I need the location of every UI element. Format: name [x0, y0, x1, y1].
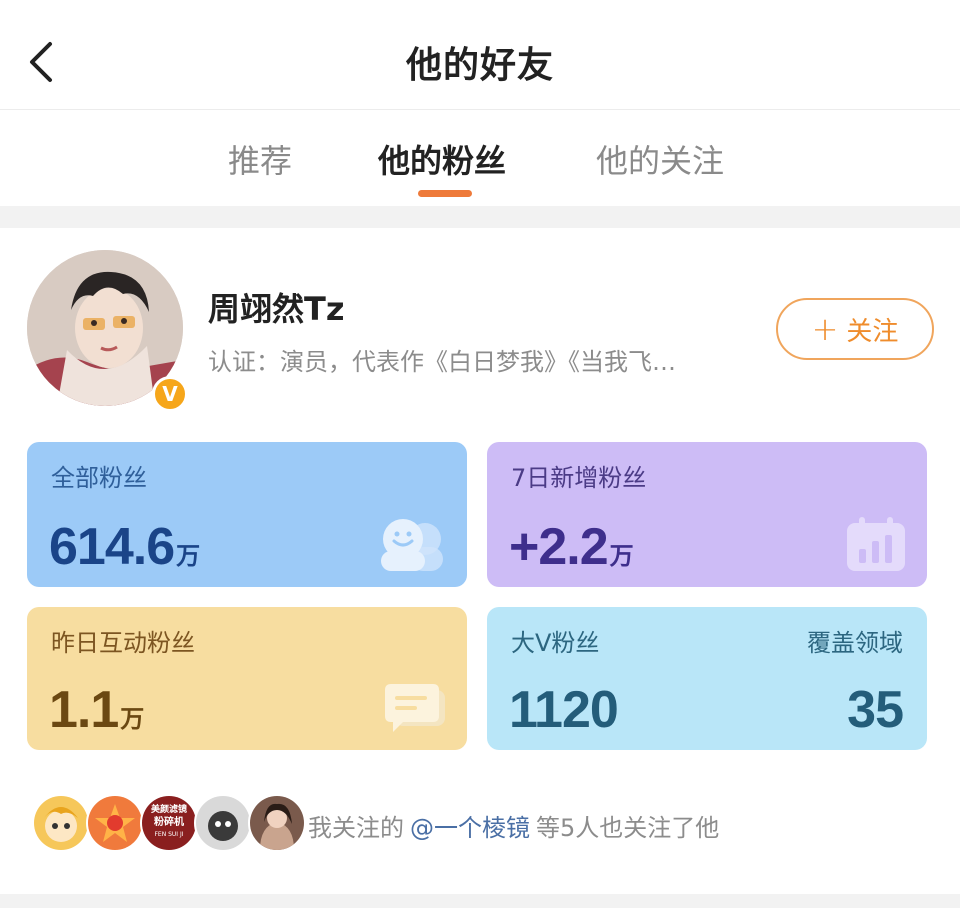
tab-his-following[interactable]: 他的关注 [596, 136, 724, 182]
big-v-fans-card[interactable]: 大V粉丝 覆盖领域 1120 35 [487, 607, 927, 750]
big-v-fans-value: 1120 [509, 681, 619, 739]
tab-his-fans[interactable]: 他的粉丝 [378, 136, 506, 182]
page-title: 他的好友 [405, 45, 554, 86]
svg-text:FEN SUI JI: FEN SUI JI [154, 831, 183, 838]
coverage-value: 35 [847, 681, 904, 739]
plus-icon: + [811, 310, 839, 348]
new-fans-7d-card[interactable]: 7日新增粉丝 +2.2万 [487, 442, 927, 587]
interactive-fans-card[interactable]: 昨日互动粉丝 1.1万 [27, 607, 467, 750]
new-fans-7d-label: 7日新增粉丝 [511, 464, 647, 492]
mutual-avatar-2[interactable] [86, 794, 144, 852]
bar-chart-icon [847, 517, 905, 571]
svg-text:美颜滤镜: 美颜滤镜 [151, 803, 187, 815]
coverage-label: 覆盖领域 [807, 629, 903, 657]
mutual-avatar-1[interactable] [32, 794, 90, 852]
tab-recommend[interactable]: 推荐 [228, 136, 292, 182]
tab-bar: 推荐 他的粉丝 他的关注 [0, 110, 960, 206]
interactive-fans-label: 昨日互动粉丝 [51, 629, 195, 657]
mutual-avatar-4[interactable] [194, 794, 252, 852]
follow-label: 关注 [846, 316, 899, 347]
people-icon [381, 519, 443, 571]
profile-verification: 认证：演员，代表作《白日梦我》《当我飞… [208, 348, 676, 376]
follow-button[interactable]: + 关注 [776, 298, 934, 360]
top-bar: 他的好友 [0, 0, 960, 110]
verified-v-icon: V [152, 376, 188, 412]
svg-text:粉碎机: 粉碎机 [154, 815, 184, 828]
big-v-fans-label: 大V粉丝 [511, 629, 600, 657]
active-tab-indicator [418, 190, 472, 197]
mutual-user-link[interactable]: @一个棱镜 [410, 814, 530, 842]
profile-name[interactable]: 周翊然Tz [208, 284, 344, 330]
mutual-followers-text: 我关注的 @一个棱镜 等5人也关注了他 [308, 814, 720, 842]
new-fans-7d-value: +2.2万 [509, 518, 634, 576]
mutual-avatar-5[interactable] [248, 794, 306, 852]
section-divider [0, 206, 960, 228]
interactive-fans-value: 1.1万 [49, 681, 145, 739]
bottom-divider [0, 894, 960, 908]
mutual-avatar-3[interactable]: 美颜滤镜 粉碎机 FEN SUI JI [140, 794, 198, 852]
all-fans-card[interactable]: 全部粉丝 614.6万 [27, 442, 467, 587]
all-fans-value: 614.6万 [49, 518, 201, 576]
mutual-followers-row[interactable]: 美颜滤镜 粉碎机 FEN SUI JI 我关注的 @一个棱镜 等5人也关注了他 [32, 794, 932, 854]
all-fans-label: 全部粉丝 [51, 464, 147, 492]
chat-bubble-icon [385, 684, 445, 732]
